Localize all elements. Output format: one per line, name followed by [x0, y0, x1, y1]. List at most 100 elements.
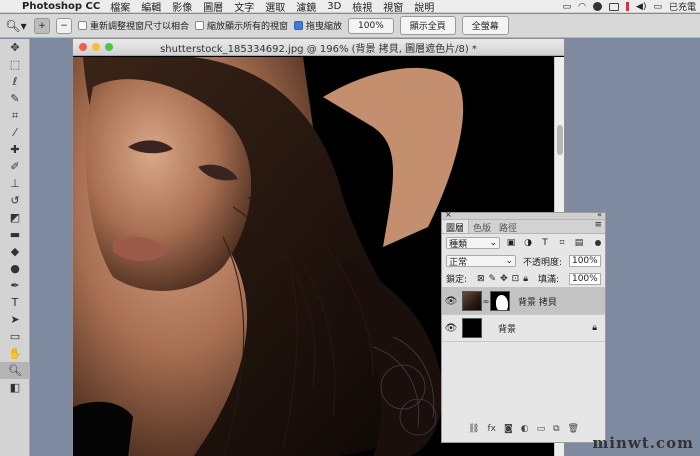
hand-tool-icon[interactable]: ✋: [0, 345, 30, 362]
filter-adjustment-icon[interactable]: ◑: [522, 238, 534, 248]
mask-link-icon[interactable]: ∞: [482, 297, 490, 306]
filter-kind-label: 種類: [449, 239, 468, 250]
quick-select-tool-icon[interactable]: ✎: [0, 90, 30, 107]
fill-screen-button[interactable]: 全螢幕: [461, 16, 509, 35]
menu-help[interactable]: 說明: [414, 0, 434, 14]
zoom-all-windows-checkbox[interactable]: 縮放顯示所有的視窗: [195, 19, 288, 32]
fill-input[interactable]: 100%: [568, 272, 601, 285]
menu-view[interactable]: 檢視: [352, 0, 372, 14]
trash-icon[interactable]: 🗑︎: [568, 424, 579, 434]
menu-layer[interactable]: 圖層: [203, 0, 223, 14]
filter-toggle-icon[interactable]: [595, 240, 601, 246]
folder-icon[interactable]: ▭: [537, 424, 546, 434]
menu-filter[interactable]: 濾鏡: [296, 0, 316, 14]
volume-icon[interactable]: ◀): [636, 2, 646, 12]
opacity-input[interactable]: 100%: [568, 255, 601, 267]
tab-channels[interactable]: 色版: [469, 220, 495, 234]
zoom-100-button[interactable]: 100%: [348, 17, 394, 34]
filter-shape-icon[interactable]: ⌗: [556, 238, 568, 248]
layer-thumbnail[interactable]: [462, 291, 482, 311]
menu-3d[interactable]: 3D: [327, 1, 341, 12]
status-app-icon[interactable]: [593, 2, 603, 11]
link-icon[interactable]: ⛓: [468, 424, 479, 434]
lock-transparent-icon[interactable]: ⊠: [477, 274, 485, 284]
tab-paths[interactable]: 路徑: [495, 220, 521, 234]
eraser-tool-icon[interactable]: ◩: [0, 209, 30, 226]
healing-tool-icon[interactable]: ✚: [0, 141, 30, 158]
scrubby-zoom-checkbox[interactable]: 拖曳縮放: [294, 19, 342, 32]
layer-thumbnail[interactable]: [462, 318, 482, 338]
history-brush-icon[interactable]: ↺: [0, 192, 30, 209]
airplay-icon[interactable]: ▭: [563, 2, 572, 12]
checkbox-box[interactable]: [195, 21, 205, 30]
resize-windows-checkbox[interactable]: 重新調整視窗尺寸以相合: [78, 19, 189, 32]
checkbox-box-checked[interactable]: [294, 21, 304, 30]
gradient-tool-icon[interactable]: ▬: [0, 226, 30, 243]
path-select-tool-icon[interactable]: ➤: [0, 311, 30, 328]
lasso-tool-icon[interactable]: ℓ: [0, 73, 30, 90]
filter-type-icon[interactable]: T: [539, 238, 551, 248]
layer-row-background-copy[interactable]: 👁︎ ∞ 背景 拷貝: [442, 288, 605, 315]
move-tool-icon[interactable]: ✥: [0, 39, 30, 56]
fill-label: 填滿:: [537, 275, 560, 285]
fx-icon[interactable]: fx: [487, 424, 496, 434]
pen-tool-icon[interactable]: ✒: [0, 277, 30, 294]
filter-kind-select[interactable]: 種類 ⌄: [446, 237, 500, 250]
menu-image[interactable]: 影像: [172, 0, 192, 14]
filter-smart-icon[interactable]: ▤: [573, 238, 585, 248]
tab-layers[interactable]: 圖層: [442, 220, 470, 234]
visibility-eye-icon[interactable]: 👁︎: [442, 296, 460, 307]
document-titlebar[interactable]: shutterstock_185334692.jpg @ 196% (背景 拷貝…: [73, 39, 564, 56]
zoom-in-button[interactable]: +: [34, 17, 50, 34]
checkbox-box[interactable]: [78, 21, 87, 30]
lock-position-icon[interactable]: ✥: [500, 274, 508, 284]
menu-extras: ▭ ◠ ◀) ▭ 已充電: [563, 0, 696, 14]
menu-type[interactable]: 文字: [234, 0, 254, 14]
zoom-tool-icon[interactable]: 🔍︎▾: [4, 18, 28, 34]
panel-menu-icon[interactable]: ≡: [594, 220, 602, 230]
layer-name[interactable]: 背景 拷貝: [518, 295, 557, 308]
eyedropper-tool-icon[interactable]: ⁄: [0, 124, 30, 141]
lock-icons: ⊠ ✎ ✥ ⊡ 🔒︎: [477, 274, 528, 284]
recording-icon[interactable]: [626, 2, 630, 11]
shape-tool-icon[interactable]: ▭: [0, 328, 30, 345]
blur-tool-icon[interactable]: ◆: [0, 243, 30, 260]
color-swatches-icon[interactable]: ◧: [0, 379, 30, 396]
battery-status[interactable]: 已充電: [669, 0, 696, 13]
layer-mask-thumbnail[interactable]: [490, 291, 510, 311]
panel-drag-bar[interactable]: × «: [442, 210, 605, 220]
filter-pixel-icon[interactable]: ▣: [505, 238, 517, 248]
app-menu[interactable]: Photoshop CC: [22, 1, 100, 12]
scrollbar-thumb[interactable]: [557, 125, 563, 155]
crop-tool-icon[interactable]: ⌗: [0, 107, 30, 124]
menu-edit[interactable]: 編輯: [141, 0, 161, 14]
brush-tool-icon[interactable]: ✐: [0, 158, 30, 175]
lock-pixels-icon[interactable]: ✎: [489, 274, 497, 284]
visibility-eye-icon[interactable]: 👁︎: [442, 323, 460, 334]
stamp-tool-icon[interactable]: ⊥: [0, 175, 30, 192]
layer-name[interactable]: 背景: [498, 322, 516, 335]
zoom-out-button[interactable]: −: [56, 17, 72, 34]
dodge-tool-icon[interactable]: ●: [0, 260, 30, 277]
fit-screen-button[interactable]: 顯示全頁: [399, 16, 456, 35]
new-layer-icon[interactable]: ⧉: [553, 424, 559, 434]
close-panel-icon[interactable]: ×: [445, 210, 452, 219]
menu-select[interactable]: 選取: [265, 0, 285, 14]
blend-mode-select[interactable]: 正常 ⌄: [446, 255, 516, 268]
cloud-icon[interactable]: [609, 2, 620, 11]
lock-label: 鎖定:: [446, 275, 468, 285]
type-tool-icon[interactable]: T: [0, 294, 30, 311]
collapse-panel-icon[interactable]: «: [597, 210, 602, 219]
options-bar: 🔍︎▾ + − 重新調整視窗尺寸以相合 縮放顯示所有的視窗 拖曳縮放 100% …: [0, 14, 700, 38]
lock-artboard-icon[interactable]: ⊡: [512, 274, 520, 284]
battery-icon[interactable]: ▭: [653, 2, 662, 12]
adjustment-icon[interactable]: ◐: [521, 424, 529, 434]
menu-window[interactable]: 視窗: [383, 0, 403, 14]
mask-icon[interactable]: ◙: [504, 424, 513, 434]
menu-file[interactable]: 檔案: [110, 0, 130, 14]
layer-row-background[interactable]: 👁︎ 背景 🔒︎: [442, 315, 605, 342]
lock-all-icon[interactable]: 🔒︎: [523, 274, 528, 284]
marquee-tool-icon[interactable]: ⬚: [0, 56, 30, 73]
zoom-tool-icon[interactable]: 🔍︎: [0, 362, 30, 379]
wifi-icon[interactable]: ◠: [578, 2, 586, 12]
